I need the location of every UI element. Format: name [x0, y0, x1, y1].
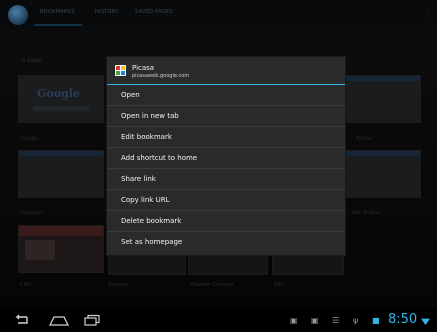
tab-history[interactable]: HISTORY	[95, 9, 119, 15]
bookmark-thumbnail-amazon[interactable]	[108, 255, 186, 275]
google-logo: Google	[37, 87, 80, 100]
bookmark-thumbnail-facebook[interactable]	[18, 150, 104, 198]
active-tab-indicator	[34, 24, 82, 26]
bookmark-label: BBC	[274, 282, 285, 288]
bookmark-thumbnail-ask[interactable]	[345, 150, 421, 198]
menu-item-label: Edit bookmark	[121, 133, 172, 141]
bookmark-label: Facebook	[20, 210, 44, 216]
bookmark-label: Twitter	[356, 136, 373, 142]
menu-item-open-new-tab[interactable]: Open in new tab	[107, 107, 345, 127]
bookmark-label: Amazon	[108, 282, 129, 288]
context-menu-url: picasaweb.google.com	[132, 73, 190, 79]
notification-icon: ▣	[290, 316, 298, 325]
recent-apps-icon[interactable]	[84, 314, 100, 326]
menu-item-delete-bookmark[interactable]: Delete bookmark	[107, 212, 345, 232]
signal-icon: ■	[372, 316, 380, 325]
menu-item-label: Set as homepage	[121, 238, 183, 246]
bookmark-thumbnail-cnn[interactable]	[18, 225, 104, 273]
bookmark-thumbnail-twitter[interactable]	[345, 75, 421, 123]
wifi-icon	[421, 318, 430, 325]
menu-item-set-homepage[interactable]: Set as homepage	[107, 233, 345, 253]
bookmark-label: CNN	[20, 282, 31, 288]
overflow-menu-icon[interactable]: ⋮	[423, 8, 433, 22]
bookmark-label: Weather Channel	[190, 282, 234, 288]
usb-icon: ψ	[353, 316, 359, 325]
tab-saved-pages[interactable]: SAVED PAGES	[135, 9, 173, 15]
tab-bookmarks[interactable]: BOOKMARKS	[40, 9, 75, 15]
browser-globe-icon	[8, 5, 28, 25]
context-menu-title: Picasa	[132, 64, 155, 72]
menu-item-label: Copy link URL	[121, 196, 170, 204]
menu-item-label: Add shortcut to home	[121, 154, 198, 162]
menu-item-open[interactable]: Open	[107, 86, 345, 106]
menu-item-label: Open in new tab	[121, 112, 179, 120]
context-menu-divider	[107, 84, 345, 85]
menu-item-label: Share link	[121, 175, 156, 183]
picasa-favicon-icon	[115, 65, 126, 76]
bookmark-label: Google	[20, 136, 38, 142]
bookmark-context-menu: Picasa picasaweb.google.com Open Open in…	[107, 57, 345, 255]
system-navigation-bar: ▣ ▣ ☰ ψ ■ 8:50	[0, 308, 437, 332]
menu-item-add-shortcut[interactable]: Add shortcut to home	[107, 149, 345, 169]
notification-icon: ☰	[332, 316, 340, 325]
search-box-preview	[33, 106, 89, 111]
menu-item-copy-link-url[interactable]: Copy link URL	[107, 191, 345, 211]
home-icon[interactable]	[48, 314, 70, 326]
status-clock: 8:50	[388, 312, 418, 327]
bookmark-label: Ask Toolbar	[352, 210, 381, 216]
context-menu-header: Picasa picasaweb.google.com	[107, 57, 345, 84]
bookmark-thumbnail-google[interactable]: Google	[18, 75, 104, 123]
bookmark-thumbnail-weather[interactable]	[188, 255, 268, 275]
menu-item-label: Open	[121, 91, 140, 99]
menu-item-label: Delete bookmark	[121, 217, 182, 225]
menu-item-share-link[interactable]: Share link	[107, 170, 345, 190]
notification-icon: ▣	[311, 316, 319, 325]
bookmark-thumbnail-bbc[interactable]	[272, 255, 344, 275]
menu-item-edit-bookmark[interactable]: Edit bookmark	[107, 128, 345, 148]
browser-top-bar: BOOKMARKS HISTORY SAVED PAGES ⋮	[0, 0, 437, 30]
folder-breadcrumb[interactable]: < Local	[22, 58, 41, 64]
back-icon[interactable]	[12, 314, 30, 326]
